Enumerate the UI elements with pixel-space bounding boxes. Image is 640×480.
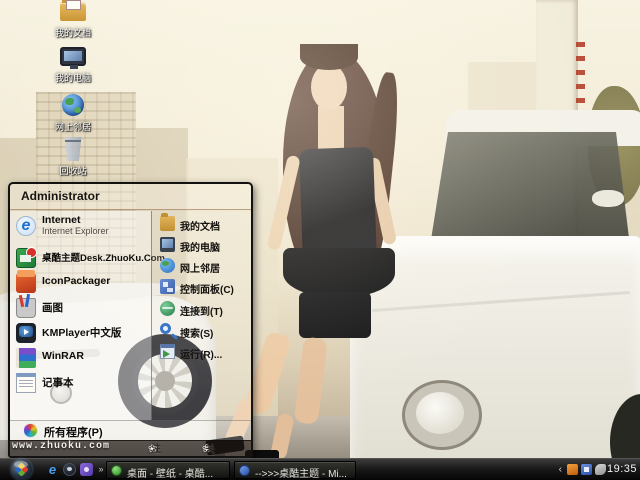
- menu-item-connect-to[interactable]: 连接到(T): [160, 299, 251, 319]
- menu-item-label: 运行(R)...: [180, 350, 223, 361]
- notepad-icon: [16, 373, 36, 393]
- tray-blue-icon[interactable]: [581, 464, 592, 475]
- taskbar-task-wallpaper[interactable]: 桌面 - 壁纸 - 桌酷...: [106, 461, 230, 480]
- menu-item-label: 我的电脑: [180, 243, 220, 254]
- menu-item-label: 记事本: [42, 377, 74, 389]
- menu-item-label: 网上邻居: [180, 264, 220, 275]
- my-documents-icon: [60, 0, 86, 21]
- start-menu-left-column: e Internet Internet Explorer 桌酷主题Desk.Zh…: [10, 211, 165, 420]
- taskbar: e » 桌面 - 壁纸 - 桌酷... -->>>桌酷主题 - Mi... ‹ …: [0, 458, 640, 480]
- all-programs-label: 所有程序(P): [44, 427, 103, 439]
- menu-item-iconpackager[interactable]: IconPackager: [16, 270, 149, 296]
- iconpackager-icon: [16, 270, 36, 293]
- blue-window-icon: [239, 465, 250, 476]
- kmplayer-icon: [16, 323, 36, 343]
- desktop: www.zhuoku.com 我的文档 我的电脑 网上邻居 回收站 Admini…: [0, 0, 640, 480]
- task-label: -->>>桌酷主题 - Mi...: [255, 469, 347, 480]
- user-name: Administrator: [21, 189, 100, 203]
- start-menu: Administrator e Internet Internet Explor…: [8, 182, 253, 458]
- quick-launch-ie-icon[interactable]: e: [46, 463, 59, 476]
- zhuoku-theme-icon: [16, 247, 37, 268]
- menu-item-internet[interactable]: e Internet Internet Explorer: [16, 214, 149, 244]
- menu-item-label: 搜索(S): [180, 329, 214, 340]
- menu-item-label: KMPlayer中文版: [42, 327, 122, 339]
- all-programs-icon: [23, 423, 38, 438]
- menu-item-paint[interactable]: 画图: [16, 296, 149, 321]
- my-documents-icon: [160, 213, 175, 231]
- menu-item-winrar[interactable]: WinRAR: [16, 346, 149, 371]
- start-button[interactable]: [11, 459, 32, 480]
- menu-item-label: 画图: [42, 302, 63, 314]
- menu-item-kmplayer[interactable]: KMPlayer中文版: [16, 321, 149, 346]
- shutdown-label: 关闭计算机(U): [205, 444, 215, 455]
- all-programs-button[interactable]: 所有程序(P): [10, 420, 251, 440]
- quick-launch-app-icon[interactable]: [80, 463, 93, 476]
- menu-item-my-computer[interactable]: 我的电脑: [160, 235, 251, 255]
- paint-icon: [16, 298, 36, 318]
- my-computer-icon: [160, 237, 175, 252]
- taskbar-task-zhuoku[interactable]: -->>>桌酷主题 - Mi...: [234, 461, 356, 480]
- menu-item-notepad[interactable]: 记事本: [16, 371, 149, 396]
- desktop-icon-label: 我的电脑: [54, 73, 91, 83]
- search-icon: [160, 323, 171, 334]
- desktop-icon-label: 回收站: [59, 166, 87, 176]
- menu-item-run[interactable]: 运行(R)...: [160, 342, 251, 362]
- desktop-icon-label: 我的文档: [54, 28, 91, 38]
- menu-item-label: 桌酷主题Desk.ZhuoKu.Com: [42, 253, 165, 264]
- tray-clock[interactable]: 19:35: [607, 463, 637, 475]
- orb-shine: [14, 461, 28, 468]
- menu-item-label: 连接到(T): [180, 307, 223, 318]
- menu-item-zhuoku-theme[interactable]: 桌酷主题Desk.ZhuoKu.Com: [16, 246, 165, 271]
- network-places-icon: [62, 94, 84, 116]
- quick-launch-chevron-icon[interactable]: »: [97, 463, 105, 476]
- green-ball-icon: [111, 465, 122, 476]
- my-computer-icon: [60, 47, 86, 69]
- recycle-bin-icon: [64, 137, 82, 161]
- desktop-icon-my-documents[interactable]: 我的文档: [40, 0, 106, 44]
- quick-launch-globe-icon[interactable]: [63, 463, 76, 476]
- menu-item-sublabel: Internet Explorer: [42, 226, 109, 236]
- start-menu-columns: e Internet Internet Explorer 桌酷主题Desk.Zh…: [10, 211, 251, 420]
- desktop-icon-recycle-bin[interactable]: 回收站: [40, 137, 106, 179]
- winrar-icon: [16, 348, 36, 368]
- start-menu-right-column: 我的文档 我的电脑 网上邻居 控制面板(C) 连接到(T) 搜索(S) 运行(R…: [152, 211, 251, 420]
- menu-item-search[interactable]: 搜索(S): [160, 321, 251, 341]
- desktop-icon-my-computer[interactable]: 我的电脑: [40, 47, 106, 89]
- tray-volume-icon[interactable]: [595, 464, 606, 475]
- start-menu-user-banner: Administrator: [10, 184, 251, 210]
- menu-item-control-panel[interactable]: 控制面板(C): [160, 277, 251, 297]
- task-label: 桌面 - 壁纸 - 桌酷...: [127, 469, 214, 480]
- log-off-label: 注销(L): [151, 444, 161, 455]
- menu-item-my-documents[interactable]: 我的文档: [160, 213, 251, 234]
- network-places-icon: [160, 258, 175, 273]
- control-panel-icon: [160, 279, 175, 294]
- menu-item-label: 控制面板(C): [180, 285, 234, 296]
- menu-item-label: Internet: [42, 214, 81, 226]
- menu-item-label: WinRAR: [42, 350, 84, 362]
- internet-explorer-icon: e: [16, 216, 36, 236]
- desktop-icon-network-places[interactable]: 网上邻居: [40, 94, 106, 136]
- desktop-icon-label: 网上邻居: [54, 122, 91, 132]
- menu-item-label: IconPackager: [42, 275, 111, 287]
- run-icon: [160, 344, 175, 359]
- wallpaper-watermark: www.zhuoku.com: [12, 441, 111, 452]
- connect-to-icon: [160, 301, 175, 316]
- menu-item-label: 我的文档: [180, 222, 220, 233]
- tray-chevron-icon[interactable]: ‹: [559, 463, 562, 476]
- tray-orange-icon[interactable]: [567, 464, 578, 475]
- menu-item-network-places[interactable]: 网上邻居: [160, 256, 251, 276]
